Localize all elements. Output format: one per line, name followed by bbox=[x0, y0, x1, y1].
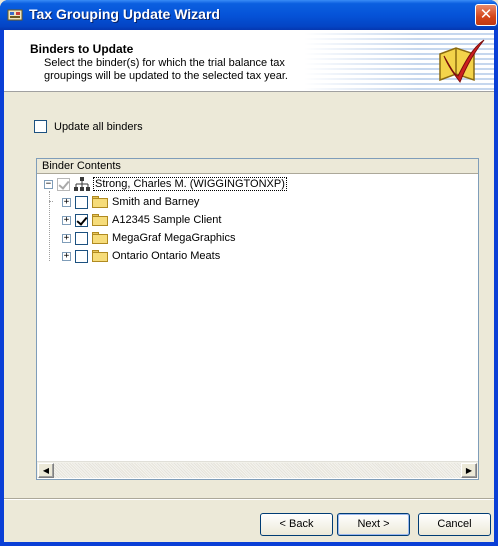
back-button[interactable]: < Back bbox=[260, 513, 333, 536]
tree-node-label: Ontario Ontario Meats bbox=[112, 250, 221, 262]
arrow-right-icon: ▶ bbox=[465, 466, 473, 475]
cancel-button[interactable]: Cancel bbox=[418, 513, 491, 536]
title-bar[interactable]: Tax Grouping Update Wizard ✕ bbox=[0, 0, 498, 30]
update-all-checkbox[interactable] bbox=[34, 120, 47, 133]
folder-icon bbox=[92, 196, 108, 208]
red-checkmark-book-icon bbox=[439, 39, 485, 84]
tree-node-label: Strong, Charles M. (WIGGINGTONXP) bbox=[93, 177, 287, 191]
update-all-label: Update all binders bbox=[54, 120, 143, 133]
page-title: Binders to Update bbox=[30, 42, 134, 56]
expand-toggle[interactable]: + bbox=[62, 251, 71, 261]
tree-node-root[interactable]: − Strong, Charles M. (WIGGINGTONXP) bbox=[44, 175, 287, 193]
scrollbar-track[interactable] bbox=[54, 463, 461, 478]
scroll-left-button[interactable]: ◀ bbox=[38, 463, 54, 478]
expand-toggle[interactable]: + bbox=[62, 233, 71, 243]
wizard-window: Tax Grouping Update Wizard ✕ Binders to … bbox=[0, 0, 498, 546]
horizontal-scrollbar[interactable]: ◀ ▶ bbox=[37, 461, 478, 478]
folder-icon bbox=[92, 232, 108, 244]
app-icon bbox=[7, 9, 23, 21]
tree-checkbox[interactable] bbox=[75, 213, 88, 227]
footer-divider bbox=[4, 498, 494, 500]
wizard-header: Binders to Update Select the binder(s) f… bbox=[4, 30, 494, 92]
expand-toggle[interactable]: + bbox=[62, 215, 71, 225]
tree-node-label: MegaGraf MegaGraphics bbox=[112, 232, 236, 244]
tree-checkbox[interactable] bbox=[75, 195, 88, 209]
tree-line bbox=[49, 201, 53, 202]
tree-node-label: A12345 Sample Client bbox=[112, 214, 222, 226]
collapse-toggle[interactable]: − bbox=[44, 179, 53, 189]
folder-icon bbox=[92, 250, 108, 262]
tree-node-binder[interactable]: + MegaGraf MegaGraphics bbox=[62, 229, 236, 247]
tree-node-binder[interactable]: + A12345 Sample Client bbox=[62, 211, 221, 229]
tree-checkbox-root[interactable] bbox=[57, 177, 70, 191]
next-button[interactable]: Next > bbox=[337, 513, 410, 536]
binder-contents-tree: Binder Contents − Strong, Charles M. (WI… bbox=[36, 158, 479, 480]
arrow-left-icon: ◀ bbox=[42, 466, 50, 475]
tree-node-binder[interactable]: + Smith and Barney bbox=[62, 193, 199, 211]
tree-checkbox[interactable] bbox=[75, 231, 88, 245]
binder-contents-header: Binder Contents bbox=[37, 159, 478, 174]
tree-node-label: Smith and Barney bbox=[112, 196, 200, 208]
update-all-row[interactable]: Update all binders bbox=[34, 120, 143, 133]
scroll-right-button[interactable]: ▶ bbox=[461, 463, 477, 478]
folder-icon bbox=[92, 214, 108, 226]
dialog-body: Binders to Update Select the binder(s) f… bbox=[4, 30, 494, 542]
close-icon: ✕ bbox=[479, 5, 493, 23]
tree-node-binder[interactable]: + Ontario Ontario Meats bbox=[62, 247, 220, 265]
close-button[interactable]: ✕ bbox=[475, 4, 497, 26]
network-icon bbox=[74, 177, 90, 191]
page-description: Select the binder(s) for which the trial… bbox=[44, 57, 288, 82]
tree-checkbox[interactable] bbox=[75, 249, 88, 263]
expand-toggle[interactable]: + bbox=[62, 197, 71, 207]
window-title: Tax Grouping Update Wizard bbox=[29, 6, 220, 22]
tree-view[interactable]: − Strong, Charles M. (WIGGINGTONXP) + Sm… bbox=[37, 175, 478, 459]
